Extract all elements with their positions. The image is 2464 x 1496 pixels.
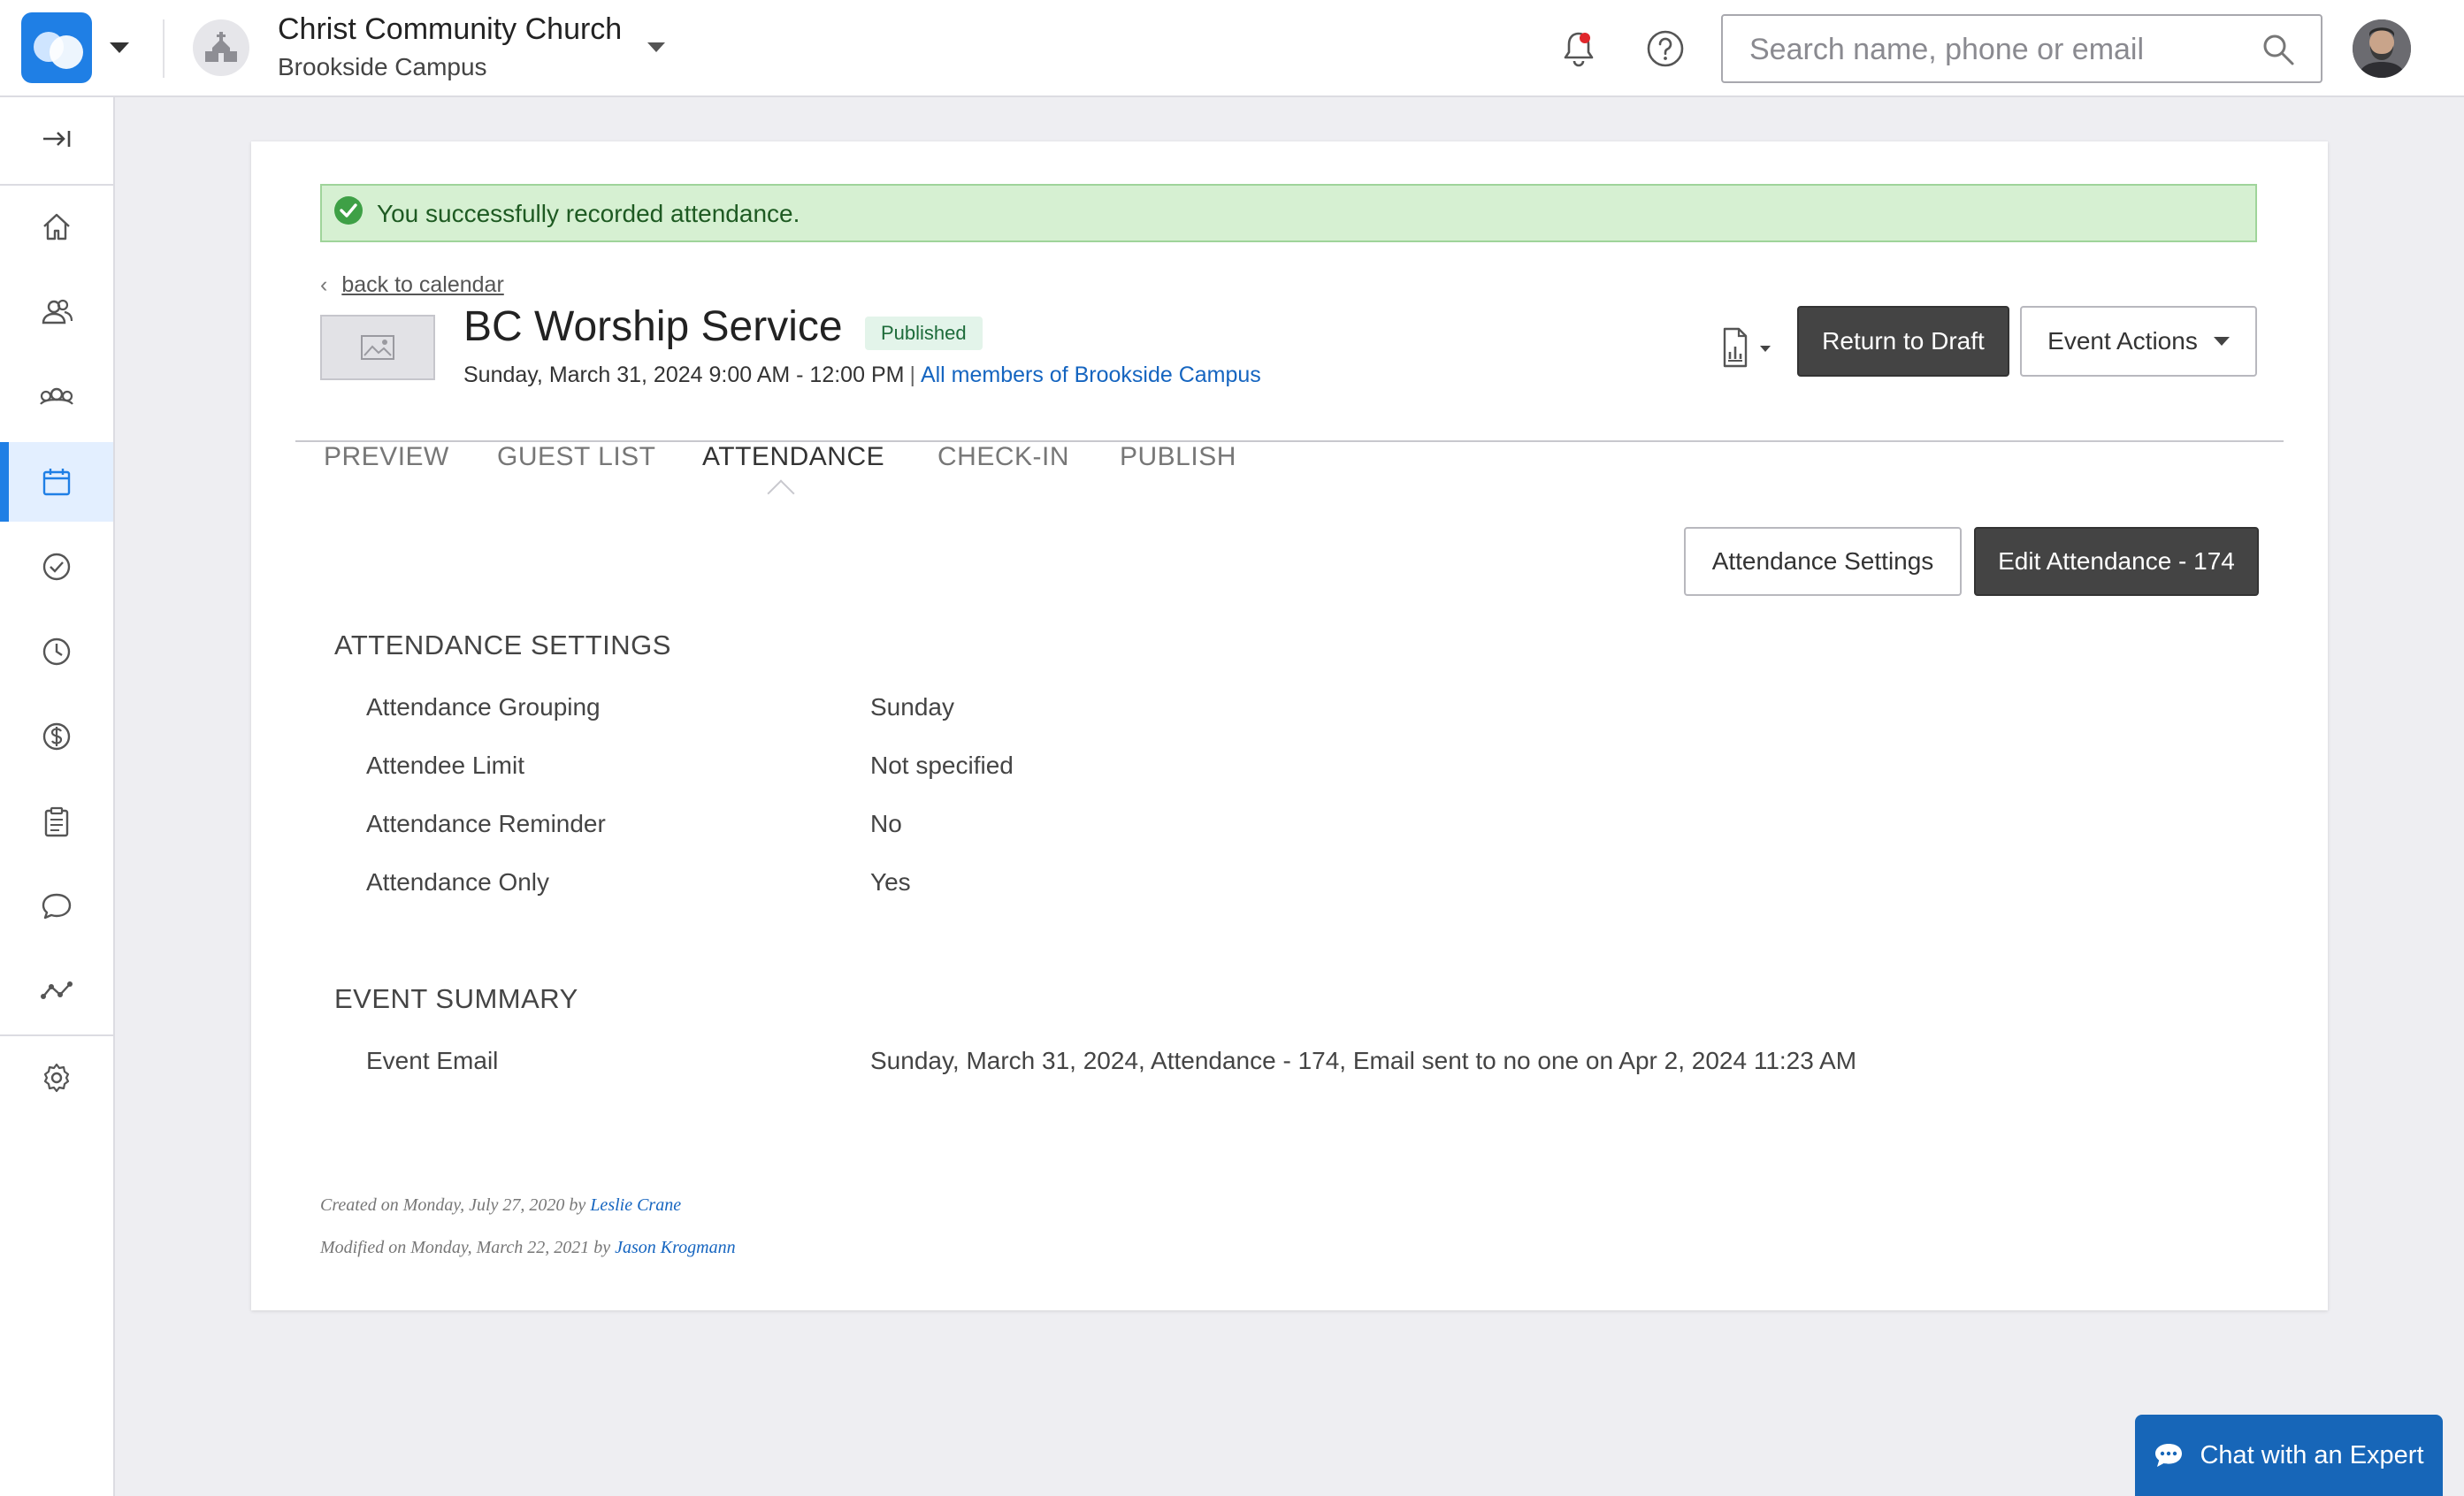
sidebar-item-history[interactable] [0, 612, 113, 691]
success-check-icon [334, 196, 363, 225]
help-icon[interactable] [1643, 27, 1687, 71]
sidebar-item-events[interactable] [0, 442, 113, 522]
event-datetime-row: Sunday, March 31, 2024 9:00 AM - 12:00 P… [463, 363, 1261, 388]
event-image-placeholder[interactable] [320, 315, 435, 380]
chat-bubble-icon [2155, 1444, 2183, 1467]
created-by-line: Created on Monday, July 27, 2020 by Lesl… [320, 1195, 681, 1216]
collapse-sidebar-button[interactable] [0, 99, 113, 179]
chat-label: Chat with an Expert [2200, 1440, 2424, 1469]
status-badge: Published [865, 317, 983, 350]
event-separator: | [909, 363, 915, 387]
event-actions-button[interactable]: Event Actions [2020, 306, 2257, 377]
sidebar [0, 97, 115, 1496]
modified-by-link[interactable]: Jason Krogmann [615, 1238, 735, 1257]
summary-value: Sunday, March 31, 2024, Attendance - 174… [870, 1047, 1857, 1074]
sidebar-item-settings[interactable] [0, 1038, 113, 1118]
header-divider [163, 19, 165, 78]
app-logo[interactable] [21, 12, 92, 83]
created-prefix: Created on Monday, July 27, 2020 by [320, 1195, 586, 1215]
tabs-underline [295, 440, 2284, 442]
event-datetime: Sunday, March 31, 2024 9:00 AM - 12:00 P… [463, 363, 905, 387]
clock-icon [42, 637, 71, 666]
search-icon[interactable] [2261, 32, 2296, 67]
home-icon [43, 213, 70, 240]
church-icon [193, 19, 249, 76]
edit-attendance-button[interactable]: Edit Attendance - 174 [1974, 527, 2259, 596]
sidebar-item-tasks[interactable] [0, 527, 113, 607]
image-icon [361, 335, 394, 360]
search-input[interactable] [1749, 28, 2245, 71]
setting-value: Sunday [870, 693, 954, 721]
summary-label: Event Email [366, 1047, 499, 1074]
return-to-draft-button[interactable]: Return to Draft [1797, 306, 2009, 377]
campus-name[interactable]: Brookside Campus [278, 53, 487, 81]
clipboard-icon [44, 806, 69, 837]
modified-by-line: Modified on Monday, March 22, 2021 by Ja… [320, 1238, 736, 1258]
attendance-settings-heading: ATTENDANCE SETTINGS [334, 630, 671, 660]
app-switcher-caret-icon[interactable] [110, 42, 129, 53]
setting-value: Yes [870, 868, 911, 896]
report-menu-button[interactable] [1714, 324, 1779, 373]
user-avatar[interactable] [2353, 19, 2411, 78]
sidebar-item-communication[interactable] [0, 866, 113, 946]
check-circle-icon [42, 553, 71, 581]
setting-value: No [870, 810, 902, 837]
setting-label: Attendance Only [366, 868, 550, 896]
people-icon [42, 299, 73, 324]
event-card: You successfully recorded attendance. ‹ b… [251, 141, 2328, 1310]
sidebar-item-giving[interactable] [0, 697, 113, 776]
sidebar-item-people[interactable] [0, 272, 113, 352]
tab-attendance[interactable]: ATTENDANCE [702, 442, 884, 486]
setting-label: Attendance Grouping [366, 693, 601, 721]
tab-guest-list[interactable]: GUEST LIST [497, 442, 656, 486]
setting-value: Not specified [870, 752, 1014, 779]
setting-label: Attendee Limit [366, 752, 524, 779]
tab-check-in[interactable]: CHECK-IN [937, 442, 1069, 486]
modified-prefix: Modified on Monday, March 22, 2021 by [320, 1238, 611, 1257]
bell-icon[interactable] [1557, 27, 1601, 71]
sidebar-item-insights[interactable] [0, 951, 113, 1031]
church-switcher-caret-icon[interactable] [647, 42, 665, 52]
groups-icon [40, 387, 73, 405]
dollar-icon [42, 722, 71, 751]
chat-with-expert-button[interactable]: Chat with an Expert [2135, 1415, 2443, 1496]
collapse-icon [43, 131, 71, 147]
audience-link[interactable]: All members of Brookside Campus [921, 363, 1261, 387]
search-box[interactable] [1721, 14, 2322, 83]
event-actions-label: Event Actions [2047, 327, 2198, 355]
event-title: BC Worship Service [463, 303, 843, 350]
tab-publish[interactable]: PUBLISH [1120, 442, 1236, 486]
created-by-link[interactable]: Leslie Crane [590, 1195, 681, 1215]
chat-icon [42, 893, 72, 920]
back-link-row: ‹ back to calendar [320, 272, 504, 298]
setting-label: Attendance Reminder [366, 810, 606, 837]
calendar-icon [42, 469, 71, 496]
success-alert: You successfully recorded attendance. [320, 184, 2257, 242]
event-summary-heading: EVENT SUMMARY [334, 983, 578, 1014]
document-chart-icon [1723, 327, 1771, 368]
chevron-down-icon [2213, 337, 2230, 346]
sidebar-item-forms[interactable] [0, 782, 113, 861]
attendance-settings-button[interactable]: Attendance Settings [1684, 527, 1962, 596]
tab-preview[interactable]: PREVIEW [324, 442, 449, 486]
analytics-icon [41, 981, 73, 999]
top-header: Christ Community Church Brookside Campus [0, 0, 2464, 97]
sidebar-item-groups[interactable] [0, 357, 113, 437]
sidebar-item-home[interactable] [0, 187, 113, 267]
success-message: You successfully recorded attendance. [377, 200, 800, 227]
back-to-calendar-link[interactable]: back to calendar [341, 272, 503, 297]
gear-icon [43, 1063, 70, 1093]
church-name[interactable]: Christ Community Church [278, 12, 622, 47]
back-chevron-icon: ‹ [320, 272, 328, 297]
